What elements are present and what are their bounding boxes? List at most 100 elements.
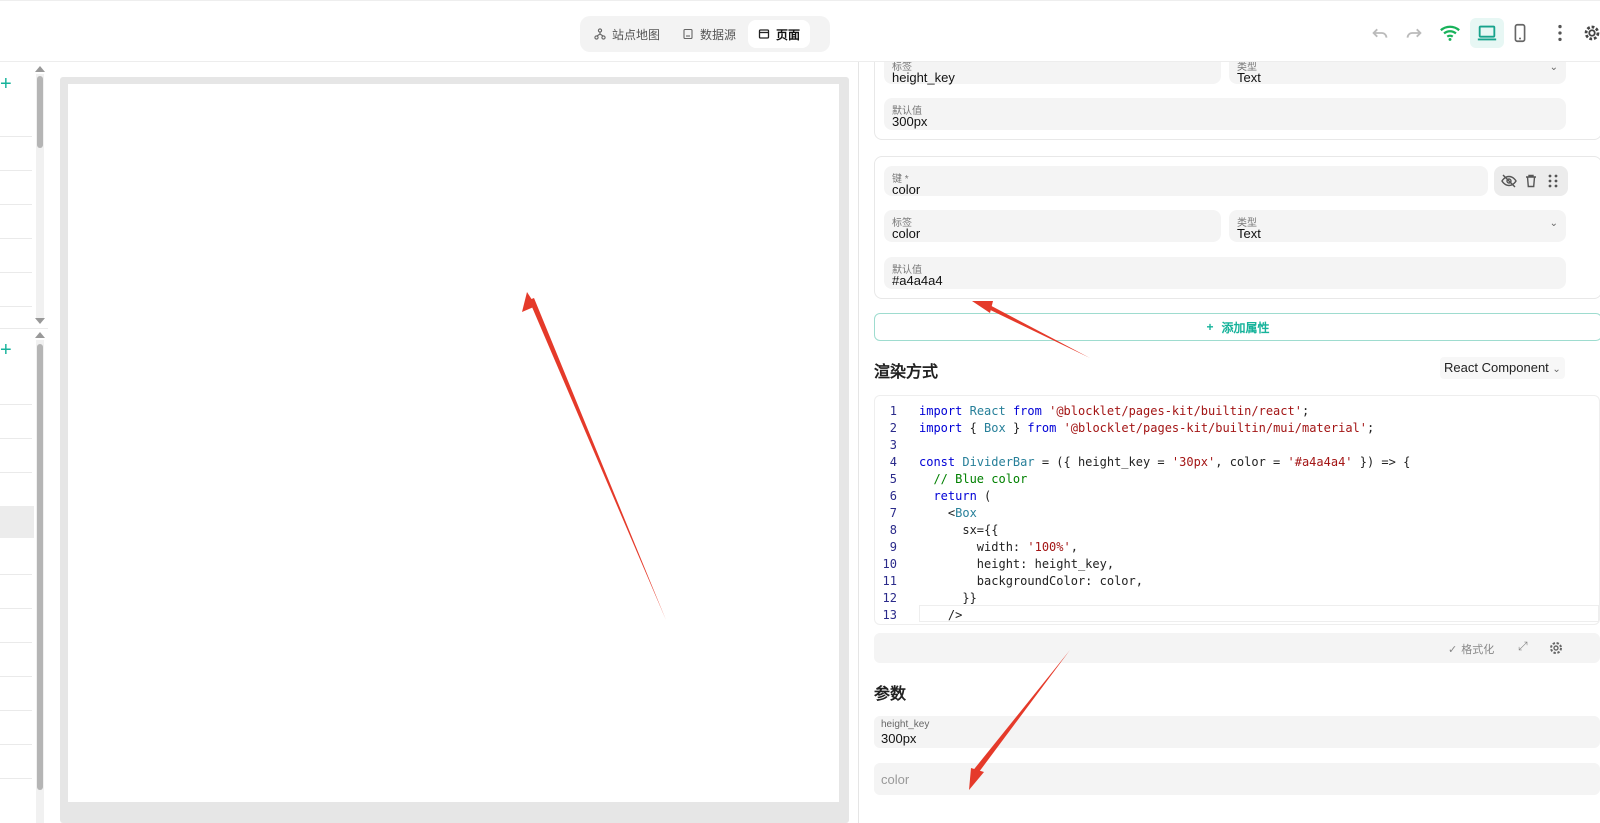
line-number: 11 <box>882 574 897 588</box>
height-key-param-field[interactable]: height_key 300px <box>874 716 1600 748</box>
list-divider <box>0 778 32 779</box>
add-property-button[interactable]: + 添加属性 <box>874 313 1600 341</box>
line-number: 5 <box>889 472 897 486</box>
list-divider <box>0 676 32 677</box>
line-number: 4 <box>889 455 897 469</box>
list-divider <box>0 238 32 239</box>
line-number: 13 <box>882 608 897 622</box>
type-select[interactable]: 类型 Text ⌄ <box>1229 210 1566 242</box>
phone-icon[interactable] <box>1508 21 1532 45</box>
default-value-field[interactable]: 默认值 #a4a4a4 <box>884 257 1566 289</box>
scroll-down-icon[interactable] <box>35 318 45 324</box>
list-divider <box>0 136 32 137</box>
tab-datasource[interactable]: 数据源 <box>672 20 746 48</box>
tab-page-label: 页面 <box>776 27 801 42</box>
type-value: Text <box>1237 70 1261 85</box>
key-field[interactable]: 键 * color <box>884 166 1488 197</box>
code-text: height: height_key, <box>919 557 1115 571</box>
list-divider <box>0 404 32 405</box>
datasource-icon <box>683 28 693 40</box>
view-switcher: 站点地图 数据源 页面 <box>580 16 830 52</box>
list-divider <box>0 438 32 439</box>
params-title: 参数 <box>874 686 907 703</box>
height-key-value: 300px <box>881 731 917 746</box>
render-mode-select[interactable]: React Component ⌄ <box>1440 357 1565 379</box>
line-number: 12 <box>882 591 897 605</box>
color-param-placeholder: color <box>881 772 910 787</box>
label-field[interactable]: 标签 height_key <box>884 62 1221 85</box>
list-divider <box>0 744 32 745</box>
render-mode-value: React Component <box>1444 360 1549 375</box>
redo-icon[interactable] <box>1402 21 1426 45</box>
line-number: 8 <box>889 523 897 537</box>
list-divider <box>0 642 32 643</box>
list-divider <box>0 272 32 273</box>
format-button[interactable]: ✓ 格式化 <box>1448 641 1494 657</box>
list-divider <box>0 170 32 171</box>
list-divider <box>0 574 32 575</box>
format-label: 格式化 <box>1461 644 1495 656</box>
code-text: import React from '@blocklet/pages-kit/b… <box>919 404 1310 418</box>
expand-icon[interactable]: ⤢ <box>1518 639 1528 654</box>
undo-icon[interactable] <box>1368 21 1392 45</box>
code-text: // Blue color <box>919 472 1028 486</box>
line-number: 7 <box>889 506 897 520</box>
default-value: #a4a4a4 <box>892 273 943 288</box>
more-icon[interactable] <box>1548 21 1572 45</box>
add-property-label: 添加属性 <box>1221 320 1270 335</box>
list-divider <box>0 710 32 711</box>
panel-divider <box>858 62 859 823</box>
scroll-up-icon[interactable] <box>35 66 45 72</box>
code-text: backgroundColor: color, <box>919 574 1143 588</box>
chevron-down-icon: ⌄ <box>1549 62 1558 73</box>
list-item-selected[interactable] <box>0 506 34 538</box>
tab-sitemap[interactable]: 站点地图 <box>584 20 670 48</box>
type-value: Text <box>1237 226 1261 241</box>
delete-icon[interactable] <box>1523 173 1539 189</box>
add-component-icon[interactable]: + <box>0 340 16 360</box>
drag-handle-icon[interactable] <box>1545 173 1561 189</box>
scrollbar-thumb[interactable] <box>37 344 43 790</box>
eye-off-icon[interactable] <box>1501 173 1517 189</box>
scroll-up-icon[interactable] <box>35 332 45 338</box>
tab-sitemap-label: 站点地图 <box>612 27 661 42</box>
section-divider <box>0 328 48 329</box>
property-actions <box>1494 166 1568 196</box>
code-text: return ( <box>933 489 992 503</box>
type-select[interactable]: 类型 Text ⌄ <box>1229 62 1566 85</box>
tab-page[interactable]: 页面 <box>748 20 811 48</box>
format-icon: ✓ <box>1448 643 1458 656</box>
code-editor[interactable]: 1 import React from '@blocklet/pages-kit/… <box>874 395 1600 625</box>
label-value: height_key <box>892 70 955 85</box>
settings-icon[interactable] <box>1580 21 1600 45</box>
code-text: width: '100%', <box>919 540 1078 554</box>
code-text: import { Box } from '@blocklet/pages-kit… <box>919 421 1375 435</box>
scrollbar-thumb[interactable] <box>37 76 43 148</box>
chevron-down-icon: ⌄ <box>1549 218 1558 229</box>
sitemap-icon <box>594 28 606 40</box>
label-field[interactable]: 标签 color <box>884 210 1221 242</box>
code-text: sx={{ <box>919 523 999 537</box>
editor-footer: ✓ 格式化 ⤢ <box>874 633 1600 663</box>
render-mode-title: 渲染方式 <box>874 364 939 381</box>
page-icon <box>758 29 770 39</box>
height-key-caption: height_key <box>881 719 930 730</box>
code-text: /> <box>919 608 963 622</box>
line-number: 3 <box>889 438 897 452</box>
code-text: <Box <box>919 506 977 520</box>
wifi-icon[interactable] <box>1438 21 1462 45</box>
line-number: 1 <box>889 404 897 418</box>
code-text: }} <box>919 591 977 605</box>
properties-panel: 标签 height_key 类型 Text ⌄ 默认值 300px 键 * co… <box>860 62 1600 823</box>
laptop-icon[interactable] <box>1470 18 1504 48</box>
line-number: 10 <box>882 557 897 571</box>
key-value: color <box>892 182 921 197</box>
list-divider <box>0 608 32 609</box>
default-value-field[interactable]: 默认值 300px <box>884 98 1566 130</box>
default-value: 300px <box>892 114 928 129</box>
line-number: 9 <box>889 540 897 554</box>
editor-settings-icon[interactable] <box>1548 640 1564 656</box>
color-param-field[interactable]: color <box>874 763 1600 795</box>
add-page-icon[interactable]: + <box>0 74 16 94</box>
page-canvas[interactable] <box>68 84 839 802</box>
